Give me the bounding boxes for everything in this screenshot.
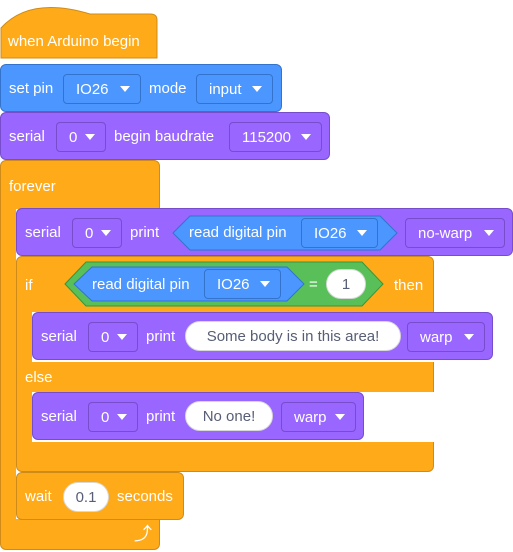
- serial-port-value: 0: [101, 328, 110, 346]
- wait-label: wait: [25, 488, 52, 505]
- else-label: else: [25, 369, 53, 386]
- serial-port-dropdown[interactable]: 0: [88, 402, 138, 432]
- caret-down-icon: [464, 334, 474, 340]
- serial-print-block-1[interactable]: serial 0 print read digital pin IO26 no-…: [16, 208, 513, 256]
- pin-value: IO26: [314, 224, 347, 242]
- serial-label: serial: [41, 328, 77, 345]
- then-label: then: [394, 277, 424, 294]
- pin-value: IO26: [217, 275, 250, 293]
- mode-label: mode: [149, 80, 187, 97]
- print-label: print: [130, 224, 160, 241]
- hat-label: when Arduino begin: [8, 33, 140, 50]
- serial-port-value: 0: [101, 408, 110, 426]
- warp-value: warp: [294, 408, 327, 426]
- caret-down-icon: [301, 134, 311, 140]
- warp-dropdown[interactable]: no-warp: [405, 218, 505, 248]
- caret-down-icon: [335, 414, 345, 420]
- caret-down-icon: [252, 86, 262, 92]
- message-input[interactable]: No one!: [185, 401, 273, 431]
- serial-print-block-2[interactable]: serial 0 print Some body is in this area…: [32, 312, 493, 360]
- warp-dropdown[interactable]: warp: [407, 322, 485, 352]
- caret-down-icon: [120, 86, 130, 92]
- serial-label: serial: [9, 128, 45, 145]
- pin-dropdown[interactable]: IO26: [301, 218, 378, 248]
- pin-value: IO26: [76, 80, 109, 98]
- caret-down-icon: [484, 230, 494, 236]
- forever-arm: [1, 200, 16, 540]
- serial-begin-baudrate-block[interactable]: serial 0 begin baudrate 115200: [0, 112, 330, 160]
- caret-down-icon: [117, 334, 127, 340]
- compare-value-input[interactable]: 1: [326, 269, 366, 299]
- serial-label: serial: [25, 224, 61, 241]
- serial-port-dropdown[interactable]: 0: [72, 218, 122, 248]
- message-text: No one!: [202, 407, 256, 425]
- caret-down-icon: [260, 281, 270, 287]
- compare-value: 1: [341, 275, 351, 293]
- caret-down-icon: [357, 230, 367, 236]
- pin-dropdown[interactable]: IO26: [63, 74, 141, 104]
- serial-port-dropdown[interactable]: 0: [88, 322, 138, 352]
- caret-down-icon: [117, 414, 127, 420]
- read-digital-pin-label: read digital pin: [189, 224, 287, 241]
- print-label: print: [146, 408, 176, 425]
- wait-value: 0.1: [75, 488, 97, 506]
- begin-baudrate-label: begin baudrate: [114, 128, 215, 145]
- serial-port-dropdown[interactable]: 0: [56, 122, 106, 152]
- warp-dropdown[interactable]: warp: [281, 402, 356, 432]
- seconds-label: seconds: [117, 488, 173, 505]
- serial-label: serial: [41, 408, 77, 425]
- serial-port-value: 0: [85, 224, 94, 242]
- pin-dropdown[interactable]: IO26: [204, 269, 281, 299]
- loop-arrow-icon: ⤴: [134, 524, 152, 544]
- mode-dropdown[interactable]: input: [196, 74, 273, 104]
- warp-value: no-warp: [418, 224, 473, 242]
- warp-value: warp: [420, 328, 453, 346]
- baudrate-dropdown[interactable]: 115200: [229, 122, 322, 152]
- read-digital-pin-label: read digital pin: [92, 276, 190, 293]
- caret-down-icon: [85, 134, 95, 140]
- print-label: print: [146, 328, 176, 345]
- equals-sign: =: [309, 276, 318, 293]
- message-input[interactable]: Some body is in this area!: [185, 321, 401, 351]
- mode-value: input: [209, 80, 242, 98]
- serial-print-block-3[interactable]: serial 0 print No one! warp: [32, 392, 364, 440]
- if-label: if: [25, 277, 33, 294]
- forever-label: forever: [9, 178, 56, 195]
- when-arduino-begin-hat-block[interactable]: when Arduino begin: [0, 14, 157, 60]
- set-pin-mode-block[interactable]: set pin IO26 mode input: [0, 64, 282, 112]
- set-pin-label: set pin: [9, 80, 54, 97]
- wait-block[interactable]: wait 0.1 seconds: [16, 472, 184, 520]
- message-text: Some body is in this area!: [206, 327, 380, 345]
- serial-port-value: 0: [69, 128, 78, 146]
- wait-value-input[interactable]: 0.1: [63, 482, 109, 512]
- caret-down-icon: [101, 230, 111, 236]
- baudrate-value: 115200: [242, 128, 291, 146]
